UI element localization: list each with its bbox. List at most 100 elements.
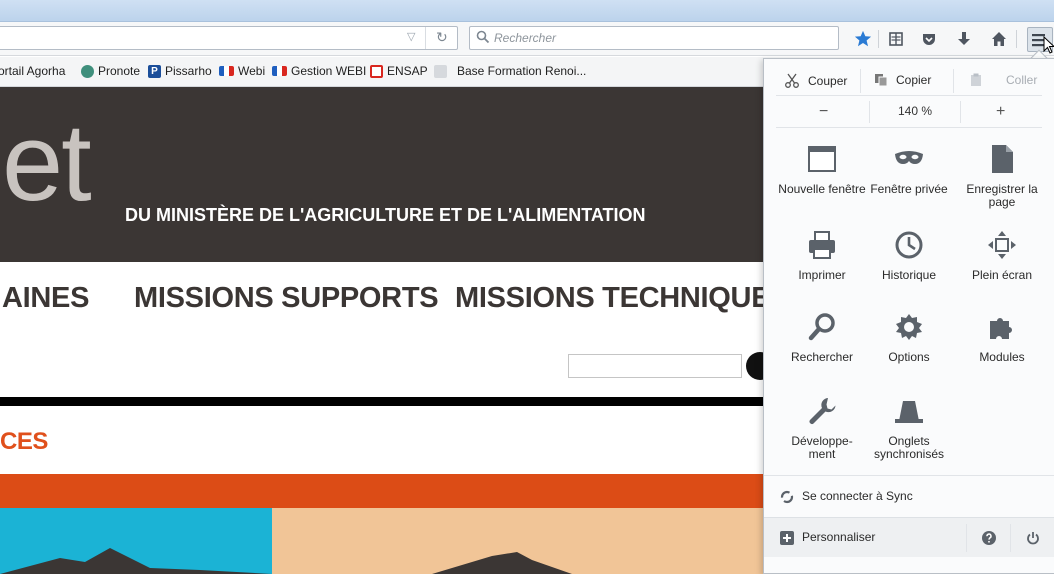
wrench-icon: [809, 398, 836, 424]
addons-button[interactable]: Modules: [958, 311, 1046, 364]
pocket-icon[interactable]: [918, 28, 940, 50]
bookmark-label: Base Formation Renoi...: [457, 64, 587, 78]
window-title-strip: [0, 0, 1054, 22]
menu-item-label: Enregistrer la page: [966, 182, 1038, 209]
zoom-out-button[interactable]: −: [819, 103, 828, 121]
clock-icon: [895, 231, 923, 259]
bookmark-item[interactable]: P Pissarho: [148, 64, 212, 78]
nav-link[interactable]: AINES: [2, 282, 89, 315]
bookmark-star-icon[interactable]: [852, 28, 874, 50]
pronote-favicon: [81, 64, 94, 78]
copy-label: Copier: [896, 73, 932, 87]
cut-button[interactable]: Couper: [784, 73, 847, 89]
mountain-illustration: [0, 548, 272, 574]
sync-signin-button[interactable]: Se connecter à Sync: [764, 478, 1054, 514]
bookmark-label: ortail Agorha: [0, 64, 66, 78]
new-window-button[interactable]: Nouvelle fenêtre: [778, 143, 866, 196]
search-bar[interactable]: Rechercher: [469, 26, 839, 50]
bookmark-label: Pissarho: [165, 64, 212, 78]
bookmark-item[interactable]: Pronote: [81, 64, 140, 78]
bookmark-label: ENSAP: [387, 64, 428, 78]
search-placeholder: Rechercher: [494, 31, 557, 45]
zoom-reset-button[interactable]: 140 %: [887, 104, 943, 118]
nav-link-missions-supports[interactable]: MISSIONS SUPPORTS: [134, 282, 439, 315]
separator: [776, 95, 1042, 96]
reading-list-icon[interactable]: [885, 28, 907, 50]
menu-item-label: Modules: [979, 350, 1025, 364]
separator: [764, 475, 1054, 476]
app-menu-panel: Couper Copier Coller − 140 % + Nouvelle …: [763, 58, 1054, 574]
puzzle-icon: [990, 318, 1012, 339]
fullscreen-button[interactable]: Plein écran: [958, 229, 1046, 282]
window-icon: [808, 146, 836, 172]
image-tile[interactable]: [0, 508, 272, 574]
copy-button[interactable]: Copier: [874, 73, 931, 87]
mask-icon: [895, 151, 923, 164]
paste-label: Coller: [1006, 73, 1038, 87]
home-icon[interactable]: [988, 28, 1010, 50]
bookmark-label: Webi: [238, 64, 266, 78]
printer-icon: [809, 231, 835, 259]
flag-favicon: [219, 66, 234, 76]
history-button[interactable]: Historique: [865, 229, 953, 282]
image-tile[interactable]: [272, 508, 770, 574]
separator: [869, 101, 870, 123]
mouse-cursor: [1043, 36, 1054, 54]
find-button[interactable]: Rechercher: [778, 311, 866, 364]
customize-button[interactable]: Personnaliser: [764, 518, 964, 558]
developer-button[interactable]: Développe-ment: [778, 395, 866, 461]
power-icon: [1027, 532, 1039, 545]
zoom-in-button[interactable]: +: [996, 103, 1005, 121]
paste-button[interactable]: Coller: [970, 73, 1037, 87]
pissarho-favicon: P: [148, 64, 161, 78]
mountain-illustration: [432, 552, 572, 574]
sync-icon: [780, 490, 794, 504]
bookmark-item[interactable]: Base Formation Renoi...: [434, 64, 586, 78]
section-band: [0, 474, 770, 508]
menu-item-label: Plein écran: [971, 268, 1033, 282]
section-heading: CES: [0, 428, 48, 455]
help-button[interactable]: [967, 518, 1010, 558]
menu-item-label: Développe-ment: [791, 434, 853, 461]
menu-item-label: Imprimer: [798, 268, 846, 282]
page-icon: [992, 145, 1013, 173]
clipboard-icon: [971, 73, 981, 86]
help-icon: [982, 531, 996, 545]
toolbar-separator: [878, 30, 879, 48]
customize-label: Personnaliser: [802, 530, 876, 544]
copy-icon: [875, 74, 888, 87]
bookmark-item[interactable]: Gestion WEBI: [272, 64, 366, 78]
print-button[interactable]: Imprimer: [778, 229, 866, 282]
bookmark-label: Gestion WEBI: [291, 64, 367, 78]
menu-footer: Personnaliser: [764, 517, 1054, 557]
options-button[interactable]: Options: [865, 311, 953, 364]
dropmarker-icon[interactable]: ▽: [407, 30, 415, 43]
menu-item-label: Onglets synchronisés: [873, 434, 945, 461]
site-search-input[interactable]: [568, 354, 742, 378]
url-bar[interactable]: ▽ ↻: [0, 26, 458, 50]
magnifier-icon: [808, 313, 835, 341]
bookmark-item[interactable]: ENSAP: [370, 64, 428, 78]
reload-icon[interactable]: ↻: [436, 29, 448, 46]
separator: [776, 127, 1042, 128]
gear-icon: [896, 314, 922, 340]
save-page-button[interactable]: Enregistrer la page: [958, 143, 1046, 209]
separator: [860, 69, 861, 93]
menu-item-label: Historique: [881, 268, 937, 282]
nav-link-missions-techniques[interactable]: MISSIONS TECHNIQUES: [455, 282, 790, 315]
fullscreen-icon: [988, 231, 1016, 259]
menu-item-label: Rechercher: [790, 350, 854, 364]
site-title-fragment: et: [2, 101, 92, 224]
synced-tabs-button[interactable]: Onglets synchronisés: [865, 395, 953, 461]
private-window-button[interactable]: Fenêtre privée: [865, 143, 953, 196]
quit-button[interactable]: [1011, 518, 1054, 558]
menu-item-label: Nouvelle fenêtre: [778, 182, 866, 196]
download-icon[interactable]: [953, 28, 975, 50]
sync-label: Se connecter à Sync: [802, 489, 913, 503]
bookmark-item[interactable]: Webi: [219, 64, 265, 78]
bookmark-item[interactable]: ortail Agorha: [0, 64, 65, 78]
search-icon: [476, 30, 490, 44]
site-header-banner: [0, 87, 770, 262]
sync-tabs-icon: [895, 401, 923, 423]
scissors-icon: [785, 73, 799, 88]
